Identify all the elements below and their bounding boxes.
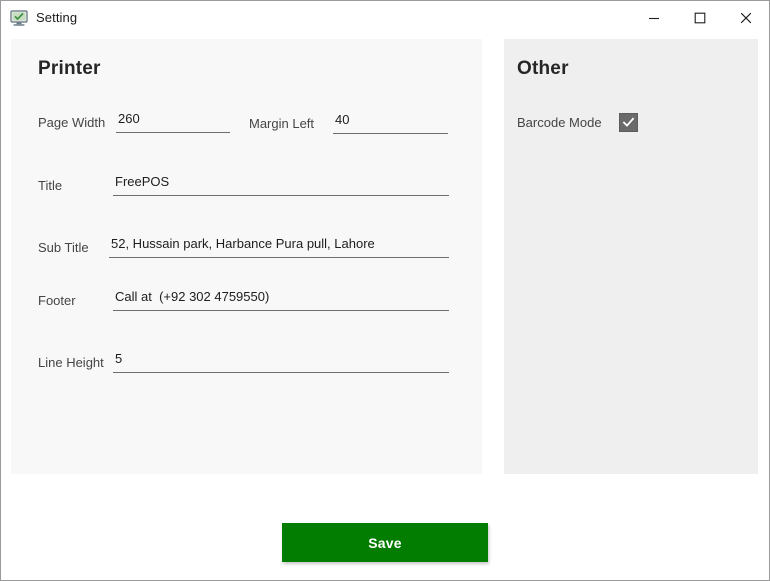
minimize-button[interactable] xyxy=(631,1,677,34)
other-panel-heading: Other xyxy=(517,58,569,79)
maximize-button[interactable] xyxy=(677,1,723,34)
printer-panel-heading: Printer xyxy=(38,58,101,79)
save-button[interactable]: Save xyxy=(282,523,488,562)
minimize-icon xyxy=(649,17,659,19)
margin-left-label: Margin Left xyxy=(249,116,315,131)
monitor-check-icon xyxy=(10,9,28,26)
page-width-label: Page Width xyxy=(38,115,106,130)
close-button[interactable] xyxy=(723,1,769,34)
footer-label: Footer xyxy=(38,293,76,308)
maximize-icon xyxy=(694,12,706,23)
title-bar: Setting xyxy=(1,1,769,34)
sub-title-label: Sub Title xyxy=(38,240,89,255)
line-height-input[interactable] xyxy=(113,347,449,373)
title-input[interactable] xyxy=(113,170,449,196)
window-title: Setting xyxy=(36,10,78,25)
sub-title-input[interactable] xyxy=(109,232,449,258)
footer-input[interactable] xyxy=(113,285,449,311)
line-height-label: Line Height xyxy=(38,355,104,370)
title-label: Title xyxy=(38,178,63,193)
close-icon xyxy=(740,12,752,23)
setting-window: Setting Printer Page Width 260 Margin Le… xyxy=(0,0,770,581)
printer-panel: Printer Page Width Margin Left Title Sub… xyxy=(11,39,482,474)
barcode-mode-label: Barcode Mode xyxy=(517,115,602,130)
checkmark-icon xyxy=(622,117,635,127)
page-width-input[interactable] xyxy=(116,107,230,133)
other-panel: Other Barcode Mode xyxy=(504,39,758,474)
barcode-mode-checkbox[interactable] xyxy=(619,113,638,132)
window-controls xyxy=(631,1,769,34)
margin-left-input[interactable] xyxy=(333,108,448,134)
